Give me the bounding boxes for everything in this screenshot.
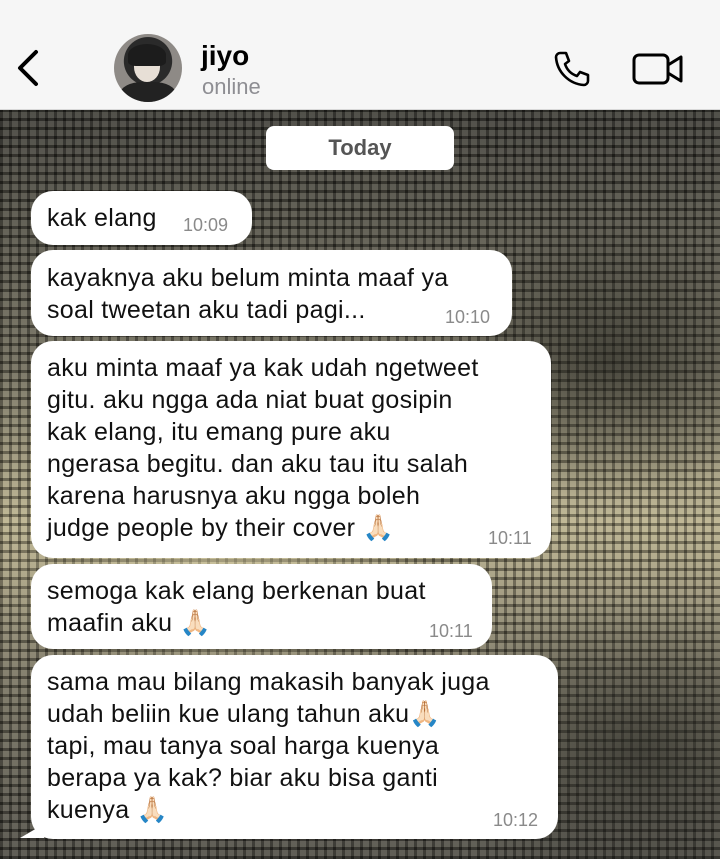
phone-icon[interactable]: [552, 50, 592, 88]
message-bubble[interactable]: sama mau bilang makasih banyak juga udah…: [31, 655, 558, 839]
message-bubble[interactable]: semoga kak elang berkenan buat maafin ak…: [31, 564, 492, 649]
message-time: 10:09: [183, 215, 229, 235]
chat-area[interactable]: Today kak elang 10:09 kayaknya aku belum…: [0, 110, 720, 859]
chat-header: jiyo online: [0, 0, 720, 110]
message-text: sama mau bilang makasih banyak juga udah…: [47, 668, 490, 824]
message-bubble[interactable]: kayaknya aku belum minta maaf ya soal tw…: [31, 250, 512, 336]
back-chevron-icon[interactable]: [14, 48, 44, 88]
message-text: aku minta maaf ya kak udah ngetweet gitu…: [47, 354, 479, 542]
contact-status: online: [202, 74, 261, 99]
message-bubble[interactable]: aku minta maaf ya kak udah ngetweet gitu…: [31, 341, 551, 558]
message-text: kayaknya aku belum minta maaf ya soal tw…: [47, 264, 449, 324]
message-text: kak elang: [47, 204, 157, 232]
bubble-tail: [20, 824, 44, 838]
message-text: semoga kak elang berkenan buat maafin ak…: [47, 577, 426, 637]
message-bubble[interactable]: kak elang 10:09: [31, 191, 252, 245]
video-camera-icon[interactable]: [632, 52, 684, 86]
message-time: 10:10: [445, 307, 491, 327]
contact-name[interactable]: jiyo: [201, 40, 249, 72]
message-time: 10:12: [493, 810, 539, 830]
date-separator: Today: [266, 126, 454, 170]
avatar[interactable]: [114, 34, 182, 102]
message-time: 10:11: [488, 528, 532, 548]
message-time: 10:11: [429, 621, 473, 641]
